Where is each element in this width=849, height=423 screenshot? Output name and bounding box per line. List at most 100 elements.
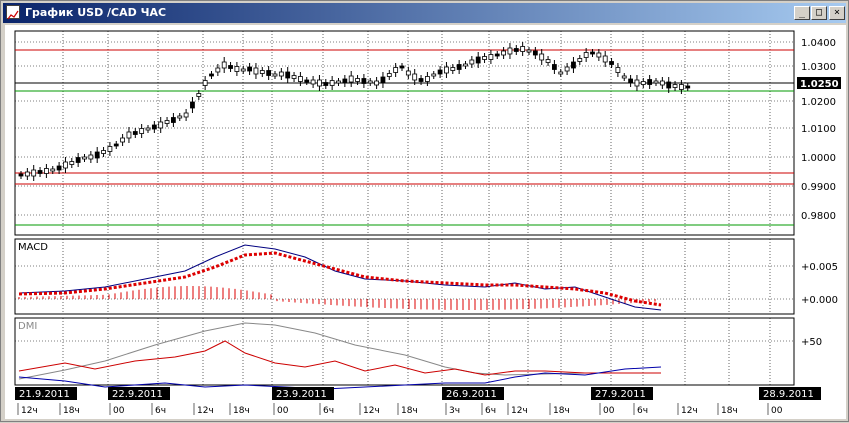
hour-label: 00 [603, 406, 615, 416]
hour-label: 00 [277, 406, 289, 416]
candle-body [297, 76, 303, 82]
macd-tick: +0.000 [801, 295, 838, 306]
candle-body [374, 80, 380, 86]
candle-body [336, 80, 341, 84]
candle-body [437, 69, 443, 75]
hour-label: 18ч [401, 406, 418, 416]
candle-body [209, 73, 214, 77]
candle-body [24, 171, 30, 177]
price-tick: 1.0400 [801, 38, 836, 49]
price-axis: 1.0400 1.0300 1.0200 1.0100 1.0000 0.990… [801, 38, 836, 222]
candle-body [94, 151, 100, 159]
candle-body [18, 173, 24, 177]
candle-body [609, 61, 614, 65]
candle-body [640, 81, 646, 85]
dmi-label: DMI [18, 321, 37, 332]
candle-body [399, 65, 405, 69]
candle-body [577, 58, 583, 62]
candle-body [228, 65, 233, 69]
dmi-panel [14, 317, 795, 386]
candle-body [215, 67, 221, 73]
candle-body [444, 66, 449, 74]
hour-label: 12ч [21, 406, 38, 416]
macd-tick: +0.005 [801, 262, 838, 273]
close-button[interactable]: × [829, 6, 845, 20]
candle-body [672, 84, 678, 88]
candle-body [145, 127, 151, 131]
maximize-button[interactable]: □ [811, 6, 827, 20]
candle-body [520, 46, 526, 52]
candle-body [63, 161, 68, 169]
candle-body [56, 165, 62, 171]
candle-body [177, 115, 183, 119]
candle-body [393, 67, 399, 73]
candle-body [545, 59, 551, 63]
candle-body [450, 67, 456, 71]
candle-body [253, 67, 259, 75]
candle-body [310, 79, 316, 85]
candle-body [634, 79, 640, 87]
candle-body [170, 117, 176, 123]
date-label: 26.9.2011 [446, 389, 497, 400]
price-panel [14, 30, 795, 236]
title-bar[interactable]: График USD /CAD ЧАС _ □ × [3, 3, 846, 23]
candle-body [615, 67, 621, 73]
hour-label: 18ч [553, 406, 570, 416]
candle-body [463, 63, 468, 67]
window-title: График USD /CAD ЧАС [25, 6, 167, 19]
candle-body [221, 61, 227, 69]
hour-label: 18ч [63, 406, 80, 416]
candle-body [240, 68, 246, 72]
candle-body [501, 50, 507, 56]
candle-body [367, 80, 373, 84]
candle-body [386, 73, 392, 77]
candle-body [266, 70, 272, 76]
candle-body [151, 124, 157, 130]
candle-body [602, 55, 608, 63]
candle-body [679, 84, 684, 90]
candle-body [494, 53, 500, 57]
candle-body [291, 75, 297, 79]
candle-body [621, 75, 627, 79]
candle-body [380, 76, 386, 84]
candle-body [323, 82, 329, 86]
candle-body [101, 150, 106, 154]
candle-body [44, 168, 49, 174]
hour-label: 6ч [155, 406, 166, 416]
candle-body [272, 73, 278, 77]
chart-app-icon [6, 5, 20, 20]
candle-body [139, 128, 145, 134]
current-price-value: 1.0250 [800, 79, 839, 90]
candle-body [431, 73, 437, 77]
candle-body [475, 56, 481, 64]
candle-body [120, 137, 125, 143]
time-axis: 21.9.2011 22.9.2011 23.9.2011 26.9.2011 … [15, 387, 821, 400]
chart-window: График USD /CAD ЧАС _ □ × 1.0400 1.0300 … [0, 0, 849, 422]
candle-body [361, 78, 367, 84]
date-label: 27.9.2011 [595, 389, 646, 400]
dmi-tick: +50 [801, 337, 822, 348]
candle-body [37, 170, 43, 174]
candle-body [126, 131, 132, 139]
chart-svg[interactable]: 1.0400 1.0300 1.0200 1.0100 1.0000 0.990… [5, 25, 846, 419]
macd-label: MACD [18, 242, 48, 253]
hour-labels: 12ч 18ч 00 6ч 12ч 18ч 00 6ч 12ч 18ч 3ч 6ч 12ч 18ч 00 6ч… [17, 403, 783, 416]
candle-body [482, 56, 487, 60]
candle-body [304, 79, 310, 83]
hour-label: 3ч [449, 406, 460, 416]
candle-body [412, 73, 418, 81]
candle-body [558, 71, 564, 75]
candle-body [107, 146, 113, 152]
candle-body [348, 75, 354, 83]
price-tick: 0.9900 [801, 182, 836, 193]
candle-body [456, 64, 462, 70]
chart-area[interactable]: 1.0400 1.0300 1.0200 1.0100 1.0000 0.990… [5, 25, 846, 419]
candle-body [571, 61, 576, 69]
date-label: 28.9.2011 [763, 389, 814, 400]
candle-body [31, 169, 37, 177]
candle-body [164, 120, 170, 124]
hour-label: 12ч [681, 406, 698, 416]
minimize-button[interactable]: _ [794, 6, 810, 20]
candle-body [50, 168, 56, 172]
candle-body [647, 79, 653, 85]
